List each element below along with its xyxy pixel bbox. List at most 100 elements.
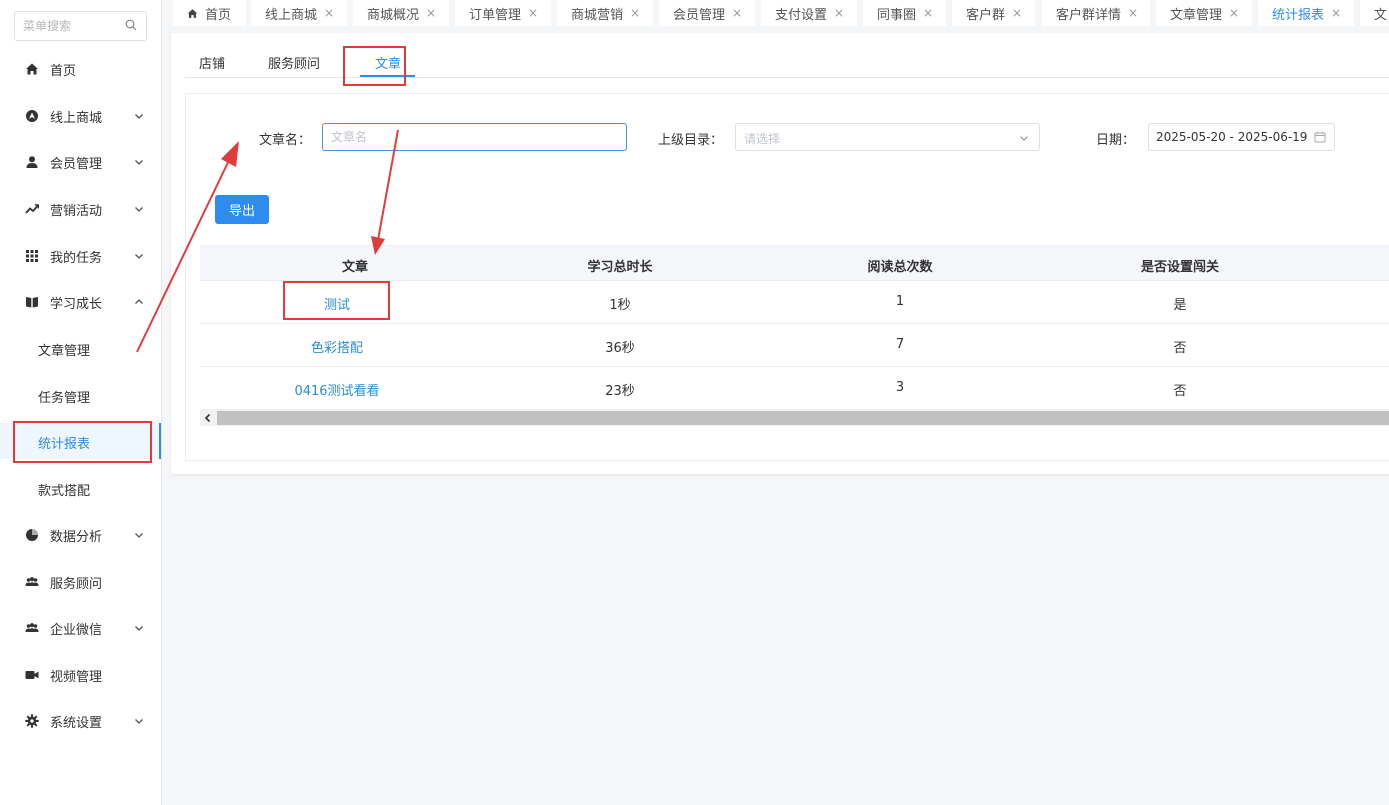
column-header: 阅读总次数 bbox=[867, 260, 933, 275]
close-icon[interactable]: × bbox=[630, 6, 640, 20]
pie-chart-icon bbox=[24, 527, 40, 543]
table-cell: 否 bbox=[1173, 341, 1187, 356]
tab-order-manage[interactable]: 订单管理 × bbox=[455, 0, 551, 26]
table-cell: 否 bbox=[1173, 384, 1187, 399]
tab-mall-overview[interactable]: 商城概况 × bbox=[353, 0, 449, 26]
close-icon[interactable]: × bbox=[834, 6, 844, 20]
menu-search-box[interactable] bbox=[14, 11, 147, 41]
column-header: 学习总时长 bbox=[587, 260, 653, 275]
close-icon[interactable]: × bbox=[1128, 6, 1138, 20]
sidebar-item-task-manage[interactable]: 任务管理 bbox=[0, 377, 161, 413]
chevron-down-icon bbox=[135, 626, 143, 631]
chevron-down-icon bbox=[135, 533, 143, 538]
close-icon[interactable]: × bbox=[1331, 6, 1341, 20]
subtab-shop[interactable]: 店铺 bbox=[199, 53, 225, 72]
subtab-service-consultant[interactable]: 服务顾问 bbox=[268, 53, 320, 72]
close-icon[interactable]: × bbox=[1012, 6, 1022, 20]
column-header: 文章 bbox=[341, 260, 369, 275]
users-icon bbox=[24, 574, 40, 590]
close-icon[interactable]: × bbox=[923, 6, 933, 20]
sidebar-item-style-match[interactable]: 款式搭配 bbox=[0, 470, 161, 506]
table-row: 测试 1秒 1 是 bbox=[200, 281, 1389, 324]
sidebar-item-data-analysis[interactable]: 数据分析 bbox=[0, 517, 161, 553]
tab-customer-group-detail[interactable]: 客户群详情 × bbox=[1042, 0, 1150, 26]
article-link[interactable]: 测试 bbox=[324, 294, 350, 313]
article-name-label: 文章名： bbox=[259, 133, 312, 148]
export-button[interactable]: 导出 bbox=[215, 195, 269, 224]
parent-dir-label: 上级目录： bbox=[658, 133, 724, 148]
close-icon[interactable]: × bbox=[324, 6, 334, 20]
tab-label: 商城营销 bbox=[571, 7, 624, 23]
tab-article-partial[interactable]: 文 bbox=[1360, 0, 1389, 26]
chevron-left-icon[interactable] bbox=[203, 413, 213, 423]
sidebar-item-label: 会员管理 bbox=[50, 156, 103, 172]
book-icon bbox=[24, 294, 40, 310]
table-row: 色彩搭配 36秒 7 否 bbox=[200, 324, 1389, 367]
active-tab-underline bbox=[360, 75, 415, 77]
tab-home[interactable]: 首页 bbox=[173, 0, 246, 26]
compass-icon bbox=[24, 108, 40, 124]
calendar-icon bbox=[1314, 131, 1326, 143]
date-label: 日期： bbox=[1096, 133, 1136, 148]
sidebar-item-marketing[interactable]: 营销活动 bbox=[0, 191, 161, 227]
close-icon[interactable]: × bbox=[1229, 6, 1239, 20]
home-icon bbox=[24, 61, 40, 77]
sidebar-item-settings[interactable]: 系统设置 bbox=[0, 703, 161, 739]
sidebar-item-label: 学习成长 bbox=[50, 296, 103, 312]
tab-colleague-circle[interactable]: 同事圈 × bbox=[863, 0, 946, 26]
sidebar: 首页 线上商城 会员管理 营销活动 我的任务 学习成长 文章管理 任务管理 统计… bbox=[0, 0, 162, 805]
parent-dir-select[interactable]: 请选择 bbox=[735, 123, 1040, 151]
sidebar-item-video[interactable]: 视频管理 bbox=[0, 657, 161, 693]
article-link[interactable]: 色彩搭配 bbox=[311, 337, 363, 356]
tab-label: 会员管理 bbox=[673, 7, 726, 23]
report-panel: 文章名： 上级目录： 请选择 日期： 2025-05-20 - 2025-06-… bbox=[185, 93, 1389, 461]
table-cell: 1秒 bbox=[609, 298, 631, 313]
sidebar-item-label: 营销活动 bbox=[50, 203, 103, 219]
sidebar-item-wecom[interactable]: 企业微信 bbox=[0, 610, 161, 646]
sidebar-item-label: 服务顾问 bbox=[50, 576, 103, 592]
article-link[interactable]: 0416测试看看 bbox=[294, 380, 379, 399]
sidebar-item-member[interactable]: 会员管理 bbox=[0, 144, 161, 180]
sidebar-item-learning[interactable]: 学习成长 bbox=[0, 284, 161, 320]
trend-icon bbox=[24, 201, 40, 217]
tab-article-manage[interactable]: 文章管理 × bbox=[1156, 0, 1252, 26]
scrollbar-thumb[interactable] bbox=[217, 411, 1389, 425]
chevron-down-icon bbox=[135, 254, 143, 259]
sidebar-item-service-consultant[interactable]: 服务顾问 bbox=[0, 564, 161, 600]
sidebar-item-article-manage[interactable]: 文章管理 bbox=[0, 330, 161, 366]
horizontal-scrollbar[interactable] bbox=[200, 410, 1389, 426]
table-cell: 36秒 bbox=[605, 341, 635, 356]
tab-payment-settings[interactable]: 支付设置 × bbox=[761, 0, 857, 26]
tab-stat-report[interactable]: 统计报表 × bbox=[1258, 0, 1354, 26]
tab-label: 线上商城 bbox=[265, 7, 318, 23]
chevron-down-icon bbox=[135, 160, 143, 165]
table-header: 文章 学习总时长 阅读总次数 是否设置闯关 bbox=[200, 245, 1389, 281]
sidebar-item-label: 视频管理 bbox=[50, 669, 103, 685]
tab-member-manage[interactable]: 会员管理 × bbox=[659, 0, 755, 26]
main-card: 店铺 服务顾问 文章 文章名： 上级目录： 请选择 日期： 2025-05-20… bbox=[171, 33, 1389, 474]
search-icon[interactable] bbox=[125, 19, 137, 31]
select-placeholder: 请选择 bbox=[744, 132, 781, 146]
table-cell: 1 bbox=[895, 294, 905, 309]
sidebar-item-label: 任务管理 bbox=[38, 391, 91, 406]
date-range-value: 2025-05-20 - 2025-06-19 bbox=[1156, 130, 1308, 144]
sidebar-item-stat-report[interactable]: 统计报表 bbox=[0, 423, 161, 459]
date-range-picker[interactable]: 2025-05-20 - 2025-06-19 bbox=[1148, 123, 1335, 151]
chevron-down-icon bbox=[135, 719, 143, 724]
sidebar-item-my-tasks[interactable]: 我的任务 bbox=[0, 238, 161, 274]
subtab-article[interactable]: 文章 bbox=[375, 53, 401, 72]
tab-mall-marketing[interactable]: 商城营销 × bbox=[557, 0, 653, 26]
sidebar-item-online-mall[interactable]: 线上商城 bbox=[0, 98, 161, 134]
close-icon[interactable]: × bbox=[732, 6, 742, 20]
tab-online-mall[interactable]: 线上商城 × bbox=[251, 0, 347, 26]
sidebar-item-home[interactable]: 首页 bbox=[0, 51, 161, 87]
sidebar-item-label: 统计报表 bbox=[38, 437, 91, 452]
menu-search-input[interactable] bbox=[15, 12, 115, 40]
tab-label: 客户群详情 bbox=[1056, 7, 1122, 23]
sidebar-item-label: 企业微信 bbox=[50, 622, 103, 638]
video-camera-icon bbox=[24, 667, 40, 683]
close-icon[interactable]: × bbox=[528, 6, 538, 20]
close-icon[interactable]: × bbox=[426, 6, 436, 20]
article-name-input[interactable] bbox=[322, 123, 627, 151]
tab-customer-group[interactable]: 客户群 × bbox=[952, 0, 1035, 26]
